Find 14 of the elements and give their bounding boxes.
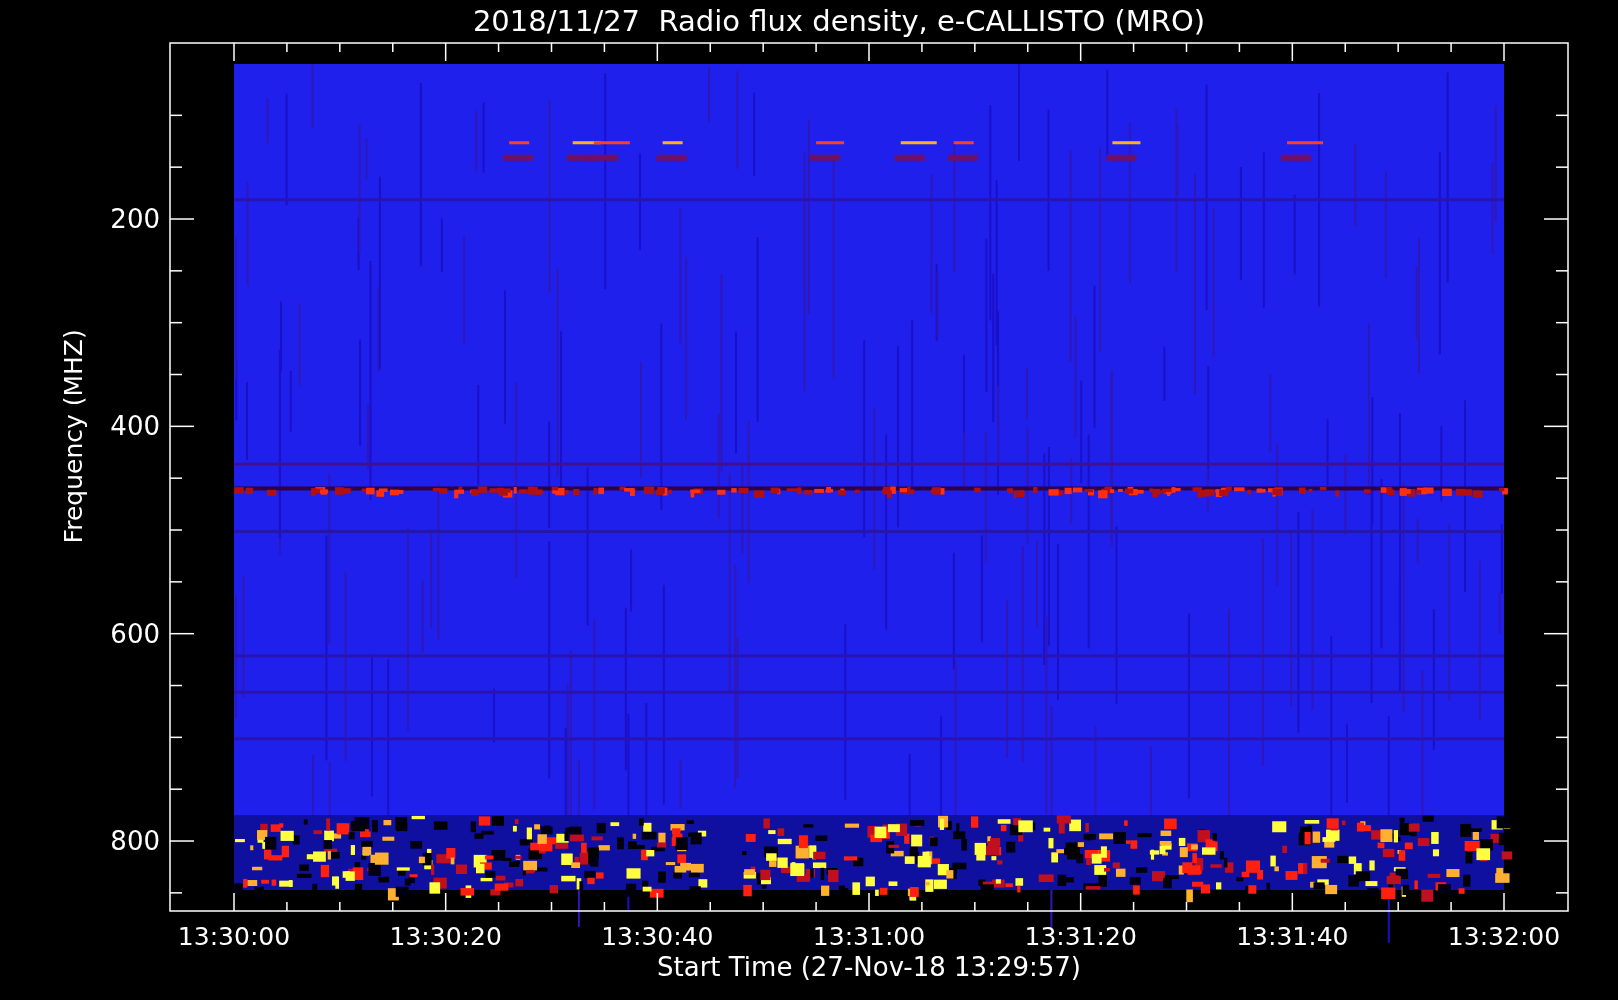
x-tick-label: 13:31:00 [812,922,926,951]
y-tick-label: 600 [110,618,160,649]
y-tick-label: 800 [110,826,160,856]
x-tick-label: 13:30:20 [389,922,502,951]
x-axis-label: Start Time (27-Nov-18 13:29:57) [657,952,1081,982]
x-tick-label: 13:32:00 [1447,922,1561,951]
y-tick-label: 200 [110,204,160,234]
y-axis-label: Frequency (MHZ) [59,329,88,544]
y-tick-label: 400 [110,411,160,442]
x-tick-label: 13:31:40 [1236,922,1349,951]
x-tick-label: 13:30:00 [177,922,291,951]
x-tick-label: 13:30:40 [601,922,714,951]
chart-title: 2018/11/27 Radio flux density, e-CALLISTO (MRO) [471,3,1207,40]
x-tick-label: 13:31:20 [1024,922,1137,951]
